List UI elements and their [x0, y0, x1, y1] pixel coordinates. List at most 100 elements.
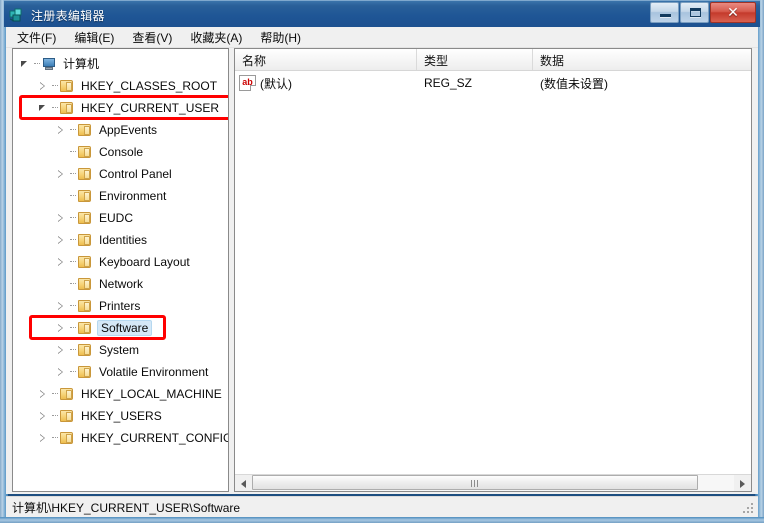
tree-item-label: AppEvents	[99, 123, 158, 137]
resize-grip-icon[interactable]	[743, 503, 755, 515]
close-button[interactable]: ✕	[710, 2, 756, 23]
title-bar-left: 注册表编辑器	[8, 5, 105, 25]
registry-editor-window: 注册表编辑器 ✕ 文件(F) 编辑(E) 查看(V) 收藏夹(A) 帮助(H) 计算机 H…	[0, 0, 764, 523]
tree-item-console[interactable]: Console	[13, 141, 228, 163]
registry-editor-icon	[8, 7, 25, 24]
chevron-right-icon[interactable]	[35, 427, 51, 449]
chevron-right-icon[interactable]	[53, 163, 69, 185]
column-header-2[interactable]: 数据	[533, 49, 751, 70]
tree-guide-line	[69, 119, 77, 141]
tree-item-[interactable]: 计算机	[13, 53, 228, 75]
menu-item-2[interactable]: 查看(V)	[124, 27, 180, 48]
tree-item-software[interactable]: Software	[13, 317, 228, 339]
tree-item-network[interactable]: Network	[13, 273, 228, 295]
tree-item-hkey-classes-root[interactable]: HKEY_CLASSES_ROOT	[13, 75, 228, 97]
chevron-right-icon[interactable]	[53, 251, 69, 273]
chevron-right-icon[interactable]	[53, 317, 69, 339]
chevron-right-icon[interactable]	[53, 207, 69, 229]
tree-guide-line	[51, 383, 59, 405]
status-path: 计算机\HKEY_CURRENT_USER\Software	[12, 500, 241, 515]
folder-icon	[77, 123, 93, 137]
tree-guide-line	[69, 229, 77, 251]
value-name-cell: (默认)	[235, 75, 417, 92]
tree-guide-line	[69, 317, 77, 339]
maximize-button[interactable]	[680, 2, 709, 23]
tree-item-hkey-local-machine[interactable]: HKEY_LOCAL_MACHINE	[13, 383, 228, 405]
window-controls: ✕	[649, 2, 756, 23]
tree-item-label: Console	[99, 145, 144, 159]
chevron-right-icon[interactable]	[53, 295, 69, 317]
folder-icon	[77, 233, 93, 247]
horizontal-scrollbar[interactable]	[235, 474, 751, 491]
scroll-left-arrow-icon[interactable]	[235, 475, 252, 491]
folder-icon	[77, 189, 93, 203]
tree-guide-line	[51, 405, 59, 427]
column-header-0[interactable]: 名称	[235, 49, 417, 70]
minimize-button[interactable]	[650, 2, 679, 23]
chevron-down-icon[interactable]	[35, 97, 51, 119]
tree-guide-line	[69, 339, 77, 361]
folder-icon	[59, 431, 75, 445]
menu-item-1[interactable]: 编辑(E)	[66, 27, 122, 48]
scroll-right-arrow-icon[interactable]	[734, 475, 751, 491]
folder-icon	[59, 79, 75, 93]
column-header-1[interactable]: 类型	[417, 49, 533, 70]
maximize-icon	[690, 8, 701, 17]
tree-item-keyboard-layout[interactable]: Keyboard Layout	[13, 251, 228, 273]
folder-icon	[59, 387, 75, 401]
scrollbar-thumb[interactable]	[252, 475, 698, 490]
chevron-right-icon[interactable]	[35, 75, 51, 97]
tree-guide-line	[51, 97, 59, 119]
tree-item-label: HKEY_LOCAL_MACHINE	[81, 387, 222, 401]
value-name-label: (默认)	[260, 76, 292, 91]
chevron-right-icon[interactable]	[53, 339, 69, 361]
window-title: 注册表编辑器	[31, 8, 105, 23]
tree-item-label: Environment	[99, 189, 167, 203]
chevron-right-icon[interactable]	[53, 229, 69, 251]
tree-item-hkey-users[interactable]: HKEY_USERS	[13, 405, 228, 427]
tree-item-appevents[interactable]: AppEvents	[13, 119, 228, 141]
registry-tree-panel[interactable]: 计算机 HKEY_CLASSES_ROOT HKEY_CURRENT_USER App…	[12, 48, 229, 492]
folder-icon	[77, 343, 93, 357]
chevron-right-icon[interactable]	[35, 383, 51, 405]
menu-item-4[interactable]: 帮助(H)	[252, 27, 309, 48]
tree-item-volatile-environment[interactable]: Volatile Environment	[13, 361, 228, 383]
menu-item-3[interactable]: 收藏夹(A)	[182, 27, 250, 48]
registry-values-panel[interactable]: 名称类型数据 (默认) REG_SZ (数值未设置)	[234, 48, 752, 492]
tree-item-hkey-current-config[interactable]: HKEY_CURRENT_CONFIG	[13, 427, 228, 449]
values-column-headers: 名称 类型 数据	[235, 49, 751, 71]
tree-guide-line	[69, 295, 77, 317]
tree-item-label: EUDC	[99, 211, 134, 225]
menu-item-0[interactable]: 文件(F)	[9, 27, 64, 48]
tree-item-eudc[interactable]: EUDC	[13, 207, 228, 229]
tree-item-label: Identities	[99, 233, 148, 247]
chevron-down-icon[interactable]	[17, 53, 33, 75]
tree-guide-line	[69, 251, 77, 273]
value-type-cell: REG_SZ	[424, 76, 473, 90]
scrollbar-track[interactable]	[252, 475, 734, 491]
chevron-right-icon[interactable]	[35, 405, 51, 427]
folder-icon	[59, 101, 75, 115]
tree-guide-line	[33, 53, 41, 75]
tree-item-printers[interactable]: Printers	[13, 295, 228, 317]
title-bar[interactable]: 注册表编辑器 ✕	[4, 0, 760, 27]
tree-item-system[interactable]: System	[13, 339, 228, 361]
chevron-right-icon[interactable]	[53, 119, 69, 141]
chevron-right-icon[interactable]	[53, 361, 69, 383]
value-row[interactable]: (默认) REG_SZ (数值未设置)	[235, 71, 751, 93]
registry-tree: 计算机 HKEY_CLASSES_ROOT HKEY_CURRENT_USER App…	[13, 49, 228, 449]
tree-item-label: Volatile Environment	[99, 365, 209, 379]
tree-item-label: HKEY_USERS	[81, 409, 162, 423]
scrollbar-grip-icon	[471, 480, 480, 487]
tree-item-environment[interactable]: Environment	[13, 185, 228, 207]
tree-item-hkey-current-user[interactable]: HKEY_CURRENT_USER	[13, 97, 228, 119]
close-icon: ✕	[727, 4, 739, 20]
window-border-bottom	[0, 517, 764, 523]
folder-icon	[77, 211, 93, 225]
folder-icon	[77, 167, 93, 181]
tree-item-label: HKEY_CURRENT_USER	[81, 101, 220, 115]
tree-item-identities[interactable]: Identities	[13, 229, 228, 251]
tree-item-control-panel[interactable]: Control Panel	[13, 163, 228, 185]
